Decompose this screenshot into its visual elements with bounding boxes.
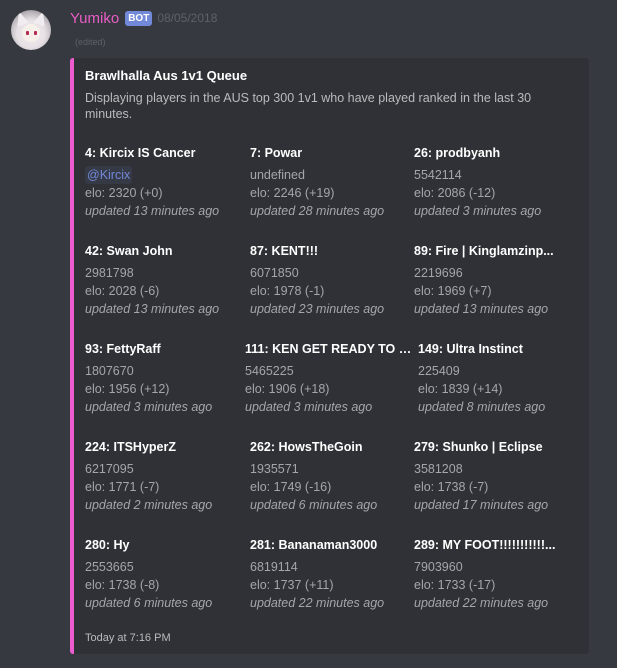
message-timestamp: 08/05/2018 — [157, 11, 218, 25]
field-elo: elo: 1839 (+14) — [418, 382, 503, 396]
field-updated: updated 13 minutes ago — [414, 302, 549, 316]
embed-field: 279: Shunko | Eclipse 3581208 elo: 1738 … — [414, 438, 574, 514]
field-name: 289: MY FOOT!!!!!!!!!!!... — [414, 538, 556, 552]
field-updated: updated 22 minutes ago — [414, 596, 549, 610]
field-updated: updated 23 minutes ago — [250, 302, 385, 316]
field-name: 224: ITSHyperZ — [85, 440, 177, 454]
field-name: 42: Swan John — [85, 244, 173, 258]
field-updated: updated 13 minutes ago — [85, 302, 220, 316]
embed-field: 93: FettyRaff 1807670 elo: 1956 (+12) up… — [85, 340, 245, 416]
field-updated: updated 17 minutes ago — [414, 498, 549, 512]
message-header: Yumiko BOT 08/05/2018 — [70, 8, 217, 28]
field-updated: updated 28 minutes ago — [250, 204, 385, 218]
avatar-eye-right — [34, 31, 37, 35]
edited-indicator: (edited) — [75, 37, 106, 47]
embed-footer: Today at 7:16 PM — [85, 632, 171, 644]
embed-field: 280: Hy 2553665 elo: 1738 (-8) updated 6… — [85, 536, 245, 612]
embed-field: 87: KENT!!! 6071850 elo: 1978 (-1) updat… — [250, 242, 410, 318]
field-updated: updated 3 minutes ago — [245, 400, 373, 414]
embed-field: 289: MY FOOT!!!!!!!!!!!... 7903960 elo: … — [414, 536, 574, 612]
field-id: 6217095 — [85, 462, 134, 476]
field-updated: updated 22 minutes ago — [250, 596, 385, 610]
field-updated: updated 3 minutes ago — [85, 400, 213, 414]
field-updated: updated 8 minutes ago — [418, 400, 546, 414]
field-updated: updated 13 minutes ago — [85, 204, 220, 218]
field-id: 225409 — [418, 364, 460, 378]
field-name: 149: Ultra Instinct — [418, 342, 523, 356]
embed: Brawlhalla Aus 1v1 Queue Displaying play… — [70, 58, 589, 654]
field-id: 6819114 — [250, 560, 298, 574]
field-name: 7: Powar — [250, 146, 303, 160]
field-updated: updated 6 minutes ago — [85, 596, 213, 610]
field-elo: elo: 1906 (+18) — [245, 382, 330, 396]
field-id: undefined — [250, 168, 305, 182]
field-id: 5465225 — [245, 364, 294, 378]
field-id: 2981798 — [85, 266, 134, 280]
field-id: 2219696 — [414, 266, 463, 280]
field-id: 2553665 — [85, 560, 134, 574]
field-name: 26: prodbyanh — [414, 146, 501, 160]
field-elo: elo: 1738 (-8) — [85, 578, 160, 592]
field-elo: elo: 1771 (-7) — [85, 480, 160, 494]
embed-field: 262: HowsTheGoin 1935571 elo: 1749 (-16)… — [250, 438, 410, 514]
field-elo: elo: 2086 (-12) — [414, 186, 496, 200]
embed-field: 89: Fire | Kinglamzinp... 2219696 elo: 1… — [414, 242, 574, 318]
field-elo: elo: 2246 (+19) — [250, 186, 335, 200]
field-elo: elo: 2028 (-6) — [85, 284, 160, 298]
field-name: 279: Shunko | Eclipse — [414, 440, 543, 454]
bot-badge: BOT — [125, 10, 153, 26]
field-updated: updated 3 minutes ago — [414, 204, 542, 218]
field-name: 281: Bananaman3000 — [250, 538, 378, 552]
field-id: 3581208 — [414, 462, 463, 476]
field-elo: elo: 1969 (+7) — [414, 284, 492, 298]
field-elo: elo: 1956 (+12) — [85, 382, 170, 396]
field-id: 5542114 — [414, 168, 462, 182]
embed-field: 26: prodbyanh 5542114 elo: 2086 (-12) up… — [414, 144, 574, 220]
avatar-ear-right — [33, 10, 49, 27]
field-updated: updated 6 minutes ago — [250, 498, 378, 512]
field-elo: elo: 1733 (-17) — [414, 578, 496, 592]
embed-title: Brawlhalla Aus 1v1 Queue — [85, 68, 248, 83]
avatar[interactable] — [11, 10, 51, 50]
field-elo: elo: 1737 (+11) — [250, 578, 334, 592]
field-name: 93: FettyRaff — [85, 342, 161, 356]
field-name: 4: Kircix IS Cancer — [85, 146, 196, 160]
field-name: 280: Hy — [85, 538, 130, 552]
embed-description: Displaying players in the AUS top 300 1v… — [85, 91, 532, 121]
field-id: 1935571 — [250, 462, 299, 476]
field-elo: elo: 2320 (+0) — [85, 186, 163, 200]
embed-field: 7: Powar undefined elo: 2246 (+19) updat… — [250, 144, 410, 220]
field-elo: elo: 1738 (-7) — [414, 480, 489, 494]
field-id: 1807670 — [85, 364, 134, 378]
field-name: 89: Fire | Kinglamzinp... — [414, 244, 554, 258]
chat-message: Yumiko BOT 08/05/2018 (edited) Brawlhall… — [0, 0, 617, 668]
embed-field: 111: KEN GET READY TO L... 5465225 elo: … — [245, 340, 413, 416]
username[interactable]: Yumiko — [70, 10, 119, 27]
embed-field: 4: Kircix IS Cancer @Kircix elo: 2320 (+… — [85, 144, 245, 220]
field-name: 262: HowsTheGoin — [250, 440, 363, 454]
field-elo: elo: 1978 (-1) — [250, 284, 325, 298]
field-id: 7903960 — [414, 560, 463, 574]
embed-field: 149: Ultra Instinct 225409 elo: 1839 (+1… — [418, 340, 578, 416]
field-elo: elo: 1749 (-16) — [250, 480, 332, 494]
user-mention[interactable]: @Kircix — [85, 166, 133, 184]
field-name: 111: KEN GET READY TO L... — [245, 342, 413, 356]
embed-field: 281: Bananaman3000 6819114 elo: 1737 (+1… — [250, 536, 410, 612]
embed-field: 42: Swan John 2981798 elo: 2028 (-6) upd… — [85, 242, 245, 318]
embed-field: 224: ITSHyperZ 6217095 elo: 1771 (-7) up… — [85, 438, 245, 514]
avatar-face — [22, 24, 40, 42]
avatar-eye-left — [26, 31, 29, 35]
field-updated: updated 2 minutes ago — [85, 498, 213, 512]
field-name: 87: KENT!!! — [250, 244, 319, 258]
field-id: 6071850 — [250, 266, 299, 280]
